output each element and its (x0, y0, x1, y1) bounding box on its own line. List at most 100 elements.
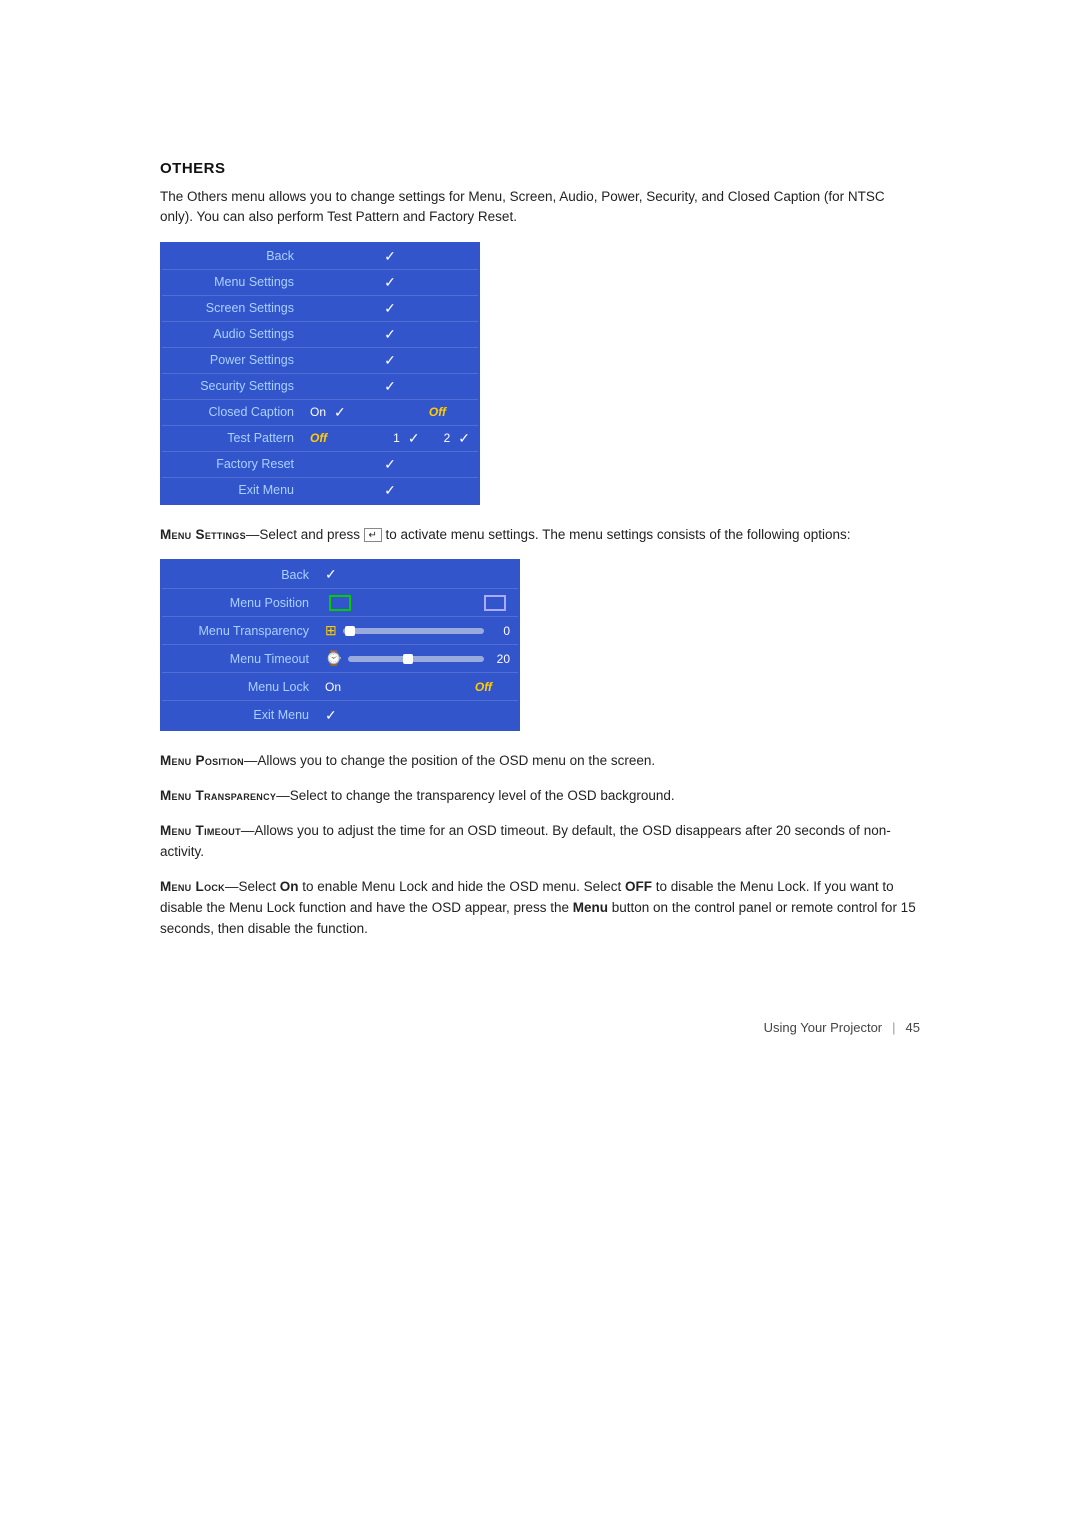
desc-menu-timeout: Menu Timeout—Allows you to adjust the ti… (160, 821, 920, 863)
row-value: ✓ (302, 270, 478, 295)
page-number: 45 (906, 1020, 920, 1035)
on-label: On (310, 405, 326, 419)
page-footer: Using Your Projector | 45 (160, 1020, 920, 1035)
check-icon: ✓ (384, 456, 396, 473)
row-label: Exit Menu (162, 479, 302, 501)
desc-menu-lock: Menu Lock—Select On to enable Menu Lock … (160, 877, 920, 940)
pattern-2: 2 (444, 431, 451, 445)
row-label: Menu Settings (162, 271, 302, 293)
table-row: Menu Transparency ⊞ 0 (162, 617, 518, 645)
row-label: Exit Menu (162, 704, 317, 726)
check-icon: ✓ (325, 566, 337, 583)
desc-text-menu-timeout: —Allows you to adjust the time for an OS… (160, 823, 891, 859)
on-label: On (325, 680, 341, 694)
transparency-value: 0 (490, 624, 510, 638)
timeout-value: 20 (490, 652, 510, 666)
table-row: Menu Position (162, 589, 518, 617)
menu-settings-title-bold: Menu Settings (160, 527, 246, 542)
section-intro: The Others menu allows you to change set… (160, 187, 920, 228)
table-row: Power Settings ✓ (162, 348, 478, 374)
row-label: Audio Settings (162, 323, 302, 345)
row-label: Closed Caption (162, 401, 302, 423)
menu-settings-table: Back ✓ Menu Position Menu Transparency ⊞… (160, 559, 520, 731)
row-value: ✓ (302, 478, 478, 503)
check-icon: ✓ (384, 326, 396, 343)
menu-settings-intro-suffix: —Select and press ↵ to activate menu set… (246, 527, 851, 542)
position-box-right (484, 595, 506, 611)
table-row: Back ✓ (162, 244, 478, 270)
row-value: ✓ (317, 562, 518, 587)
desc-title-menu-lock: Menu Lock (160, 879, 225, 894)
off-label: Off (429, 405, 446, 419)
check-icon: ✓ (384, 300, 396, 317)
footer-label: Using Your Projector (764, 1020, 883, 1035)
menu-settings-intro-text: Menu Settings—Select and press ↵ to acti… (160, 525, 920, 546)
row-value (317, 591, 518, 615)
desc-menu-transparency: Menu Transparency—Select to change the t… (160, 786, 920, 807)
row-label: Menu Lock (162, 676, 317, 698)
row-value: ✓ (302, 244, 478, 269)
table-row: Test Pattern Off 1 ✓ 2 ✓ (162, 426, 478, 452)
check-icon: ✓ (458, 430, 470, 447)
timeout-icon: ⌚ (325, 650, 342, 667)
row-value: Off 1 ✓ 2 ✓ (302, 426, 478, 451)
row-label: Back (162, 564, 317, 586)
check-icon: ✓ (384, 482, 396, 499)
desc-title-menu-position: Menu Position (160, 753, 244, 768)
check-icon: ✓ (384, 248, 396, 265)
row-label: Screen Settings (162, 297, 302, 319)
enter-button-icon: ↵ (364, 528, 382, 542)
row-value: ✓ (302, 374, 478, 399)
check-icon: ✓ (384, 274, 396, 291)
row-label: Power Settings (162, 349, 302, 371)
table-row: Menu Timeout ⌚ 20 (162, 645, 518, 673)
others-table: Back ✓ Menu Settings ✓ Screen Settings ✓… (160, 242, 480, 505)
row-value: ✓ (302, 322, 478, 347)
table-row: Menu Lock On Off (162, 673, 518, 701)
row-value: ✓ (317, 703, 518, 728)
row-label: Security Settings (162, 375, 302, 397)
row-label: Menu Position (162, 592, 317, 614)
position-box-left (329, 595, 351, 611)
row-label: Menu Timeout (162, 648, 317, 670)
desc-menu-position: Menu Position—Allows you to change the p… (160, 751, 920, 772)
table-row: Audio Settings ✓ (162, 322, 478, 348)
row-label: Test Pattern (162, 427, 302, 449)
desc-title-menu-transparency: Menu Transparency (160, 788, 276, 803)
table-row: Exit Menu ✓ (162, 478, 478, 503)
table-row: Menu Settings ✓ (162, 270, 478, 296)
row-value: ✓ (302, 296, 478, 321)
slider-handle (345, 626, 355, 636)
row-label: Factory Reset (162, 453, 302, 475)
desc-text-menu-transparency: —Select to change the transparency level… (276, 788, 674, 803)
desc-text-menu-lock: —Select On to enable Menu Lock and hide … (160, 879, 916, 936)
footer-divider: | (892, 1020, 895, 1035)
row-value: On ✓ Off (302, 400, 478, 425)
table-row: Screen Settings ✓ (162, 296, 478, 322)
transparency-icon: ⊞ (325, 622, 337, 639)
check-icon: ✓ (384, 352, 396, 369)
row-label: Back (162, 245, 302, 267)
table-row: Exit Menu ✓ (162, 701, 518, 729)
row-value: ⊞ 0 (317, 618, 518, 643)
off-label: Off (310, 431, 327, 445)
check-icon: ✓ (325, 707, 337, 724)
row-value: ✓ (302, 452, 478, 477)
row-value: ✓ (302, 348, 478, 373)
transparency-slider (343, 628, 484, 634)
check-icon: ✓ (384, 378, 396, 395)
row-value: On Off (317, 676, 518, 698)
check-icon: ✓ (334, 404, 346, 421)
check-icon: ✓ (408, 430, 420, 447)
slider-handle (403, 654, 413, 664)
off-label: Off (475, 680, 492, 694)
section-title: OTHERS (160, 160, 920, 177)
table-row: Security Settings ✓ (162, 374, 478, 400)
table-row: Closed Caption On ✓ Off (162, 400, 478, 426)
pattern-1: 1 (393, 431, 400, 445)
desc-title-menu-timeout: Menu Timeout (160, 823, 241, 838)
desc-text-menu-position: —Allows you to change the position of th… (244, 753, 655, 768)
table-row: Back ✓ (162, 561, 518, 589)
row-value: ⌚ 20 (317, 646, 518, 671)
row-label: Menu Transparency (162, 620, 317, 642)
